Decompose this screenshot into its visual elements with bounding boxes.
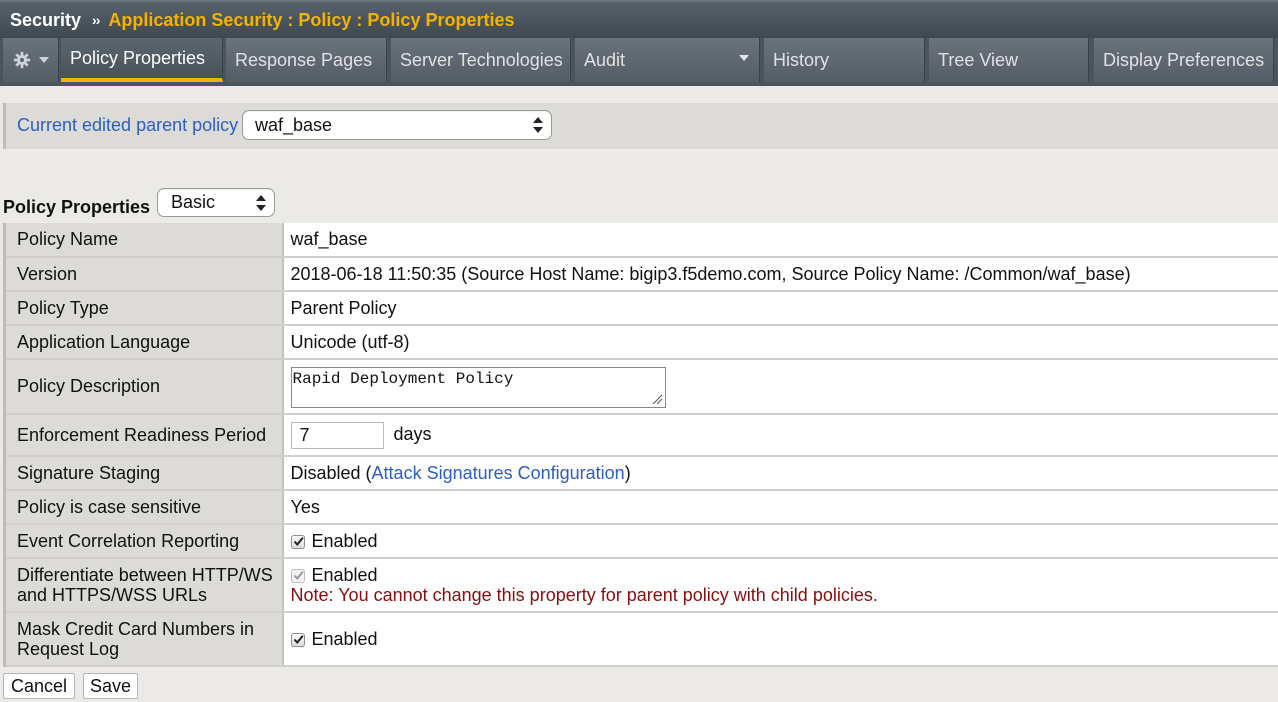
- checkmark-icon: [293, 536, 304, 546]
- row-label: Request Log: [17, 639, 120, 659]
- mask-credit-card-checkbox[interactable]: [290, 632, 305, 647]
- attack-signatures-config-link[interactable]: Attack Signatures Configuration: [372, 463, 625, 483]
- parent-policy-select[interactable]: waf_base: [242, 110, 552, 140]
- signature-staging-close: ): [624, 462, 631, 483]
- checkbox-label: Enabled: [311, 530, 378, 551]
- row-label: Policy is case sensitive: [3, 490, 284, 525]
- breadcrumb-separator: ››: [92, 12, 100, 28]
- tab-label: History: [773, 49, 830, 70]
- policy-name-value: waf_base: [282, 223, 1278, 258]
- enforcement-unit: days: [393, 423, 432, 444]
- signature-staging-value: Disabled (: [290, 462, 372, 483]
- policy-description-textarea[interactable]: Rapid Deployment Policy: [290, 367, 666, 408]
- breadcrumb-path: Application Security : Policy : Policy P…: [108, 9, 515, 30]
- row-label: Signature Staging: [3, 456, 284, 491]
- app-language-value: Unicode (utf-8): [282, 325, 1278, 360]
- table-row: Policy Description Rapid Deployment Poli…: [3, 359, 1278, 415]
- tab-tree-view[interactable]: Tree View: [929, 38, 1089, 82]
- select-arrows-icon: [533, 117, 543, 133]
- chevron-down-icon: [739, 55, 749, 61]
- tab-label: Policy Properties: [70, 47, 206, 68]
- checkbox-label: Enabled: [311, 565, 378, 585]
- parent-policy-note: Note: You cannot change this property fo…: [290, 585, 878, 605]
- tab-bar: Policy Properties Response Pages Server …: [0, 38, 1278, 86]
- event-correlation-checkbox[interactable]: [290, 534, 305, 549]
- policy-properties-table: Policy Name waf_base Version 2018-06-18 …: [3, 223, 1278, 667]
- row-label: Application Language: [3, 325, 284, 360]
- checkmark-icon: [293, 634, 304, 644]
- differentiate-urls-checkbox: [290, 569, 305, 583]
- breadcrumb-bar: Security ›› Application Security : Polic…: [0, 0, 1278, 38]
- tab-response-pages[interactable]: Response Pages: [226, 38, 387, 82]
- tab-display-preferences[interactable]: Display Preferences: [1094, 38, 1274, 82]
- parent-policy-bar: Current edited parent policy waf_base: [3, 103, 1278, 149]
- checkmark-icon: [293, 571, 304, 581]
- parent-policy-label: Current edited parent policy: [17, 115, 239, 135]
- table-row: Signature Staging Disabled (Attack Signa…: [3, 456, 1278, 491]
- tab-history[interactable]: History: [764, 38, 925, 82]
- tab-label: Tree View: [938, 49, 1019, 70]
- table-row: Mask Credit Card Numbers in Request Log …: [3, 612, 1278, 667]
- view-mode-value: Basic: [171, 192, 216, 212]
- row-label: Enforcement Readiness Period: [3, 414, 284, 457]
- resize-grip-icon[interactable]: [651, 393, 663, 405]
- case-sensitive-value: Yes: [282, 490, 1278, 525]
- row-label: Policy Description: [3, 359, 284, 415]
- row-label: Event Correlation Reporting: [3, 524, 284, 559]
- tab-label: Response Pages: [235, 49, 373, 70]
- policy-type-value: Parent Policy: [282, 291, 1278, 326]
- table-row: Event Correlation Reporting Enabled: [3, 524, 1278, 559]
- table-row: Policy Type Parent Policy: [3, 291, 1278, 326]
- cancel-button[interactable]: Cancel: [3, 673, 75, 699]
- table-row: Application Language Unicode (utf-8): [3, 325, 1278, 360]
- table-row: Differentiate between HTTP/WS and HTTPS/…: [3, 558, 1278, 613]
- version-value: 2018-06-18 11:50:35 (Source Host Name: b…: [282, 257, 1278, 292]
- table-row: Policy is case sensitive Yes: [3, 490, 1278, 525]
- parent-policy-value: waf_base: [255, 114, 333, 135]
- row-label: Differentiate between HTTP/WS: [17, 565, 273, 585]
- tab-policy-properties[interactable]: Policy Properties: [61, 38, 223, 82]
- settings-menu-tab[interactable]: [3, 38, 59, 82]
- tab-label: Display Preferences: [1103, 49, 1265, 70]
- table-row: Enforcement Readiness Period 7 days: [3, 414, 1278, 457]
- tab-label: Server Technologies: [400, 49, 563, 70]
- checkbox-label: Enabled: [311, 628, 378, 649]
- row-label: Mask Credit Card Numbers in: [17, 619, 255, 639]
- row-label: Policy Type: [3, 291, 284, 326]
- save-button[interactable]: Save: [83, 673, 138, 699]
- view-mode-select[interactable]: Basic: [157, 188, 275, 217]
- table-row: Version 2018-06-18 11:50:35 (Source Host…: [3, 257, 1278, 292]
- breadcrumb-root[interactable]: Security: [10, 10, 81, 31]
- tab-audit[interactable]: Audit: [575, 38, 760, 82]
- row-label: Policy Name: [3, 223, 284, 258]
- tab-label: Audit: [584, 49, 626, 70]
- policy-description-text: Rapid Deployment Policy: [292, 370, 514, 388]
- select-arrows-icon: [256, 194, 266, 211]
- enforcement-period-input[interactable]: 7: [290, 421, 384, 449]
- row-label: Version: [3, 257, 284, 292]
- section-title: Policy Properties: [3, 197, 151, 217]
- gear-icon: [13, 51, 30, 69]
- table-row: Policy Name waf_base: [3, 223, 1278, 258]
- row-label: and HTTPS/WSS URLs: [17, 585, 208, 605]
- tab-server-technologies[interactable]: Server Technologies: [391, 38, 571, 82]
- chevron-down-icon: [38, 57, 49, 63]
